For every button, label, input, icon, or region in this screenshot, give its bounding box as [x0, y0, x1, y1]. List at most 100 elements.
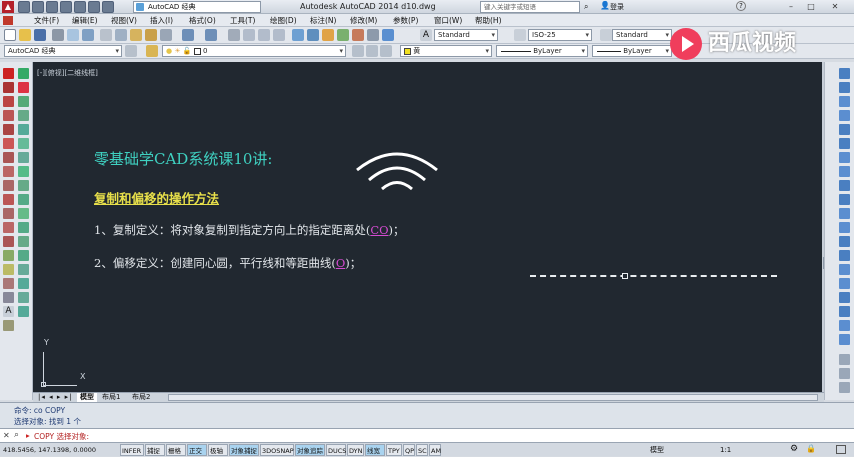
ellipse-arc-icon[interactable]: [3, 194, 14, 205]
wrench-icon[interactable]: ✕: [3, 431, 10, 440]
markup-icon[interactable]: [352, 29, 364, 41]
spline-icon[interactable]: [3, 166, 14, 177]
settings-icon[interactable]: [125, 45, 137, 57]
zoom-in-icon[interactable]: [839, 354, 850, 365]
mtext-icon[interactable]: A: [3, 306, 14, 317]
menu-parametric[interactable]: 参数(P): [393, 14, 418, 27]
open-file-icon[interactable]: [19, 29, 31, 41]
gradient-icon[interactable]: [3, 264, 14, 275]
menu-draw[interactable]: 绘图(D): [270, 14, 297, 27]
status-toggle-3[interactable]: 正交: [187, 444, 207, 456]
zoom-window-icon[interactable]: [258, 29, 270, 41]
tolerance-icon[interactable]: [839, 250, 850, 261]
status-toggle-11[interactable]: TPY: [386, 444, 402, 456]
point-icon[interactable]: [3, 236, 14, 247]
table-icon[interactable]: [3, 292, 14, 303]
dim-linear-icon[interactable]: [839, 68, 850, 79]
menu-edit[interactable]: 编辑(E): [72, 14, 98, 27]
maximize-button[interactable]: □: [802, 1, 820, 12]
coordinates[interactable]: 418.5456, 147.1398, 0.0000: [3, 444, 96, 456]
properties-icon[interactable]: [292, 29, 304, 41]
array-icon[interactable]: [18, 138, 29, 149]
tab-layout2[interactable]: 布局2: [129, 393, 153, 402]
redo-icon[interactable]: [102, 1, 114, 13]
lock-ui-icon[interactable]: 🔒: [806, 444, 816, 453]
addselected-icon[interactable]: [3, 320, 14, 331]
break-icon[interactable]: [18, 236, 29, 247]
move-icon[interactable]: [18, 152, 29, 163]
viewport-label[interactable]: [-][俯视][二维线框]: [37, 68, 98, 78]
linetype-select[interactable]: ByLayer: [496, 45, 588, 57]
dim-aligned-icon[interactable]: [839, 82, 850, 93]
clean-screen-icon[interactable]: [836, 445, 846, 454]
polygon-icon[interactable]: [3, 96, 14, 107]
circle-icon[interactable]: [3, 138, 14, 149]
stretch-icon[interactable]: [18, 194, 29, 205]
minimize-button[interactable]: –: [782, 1, 800, 12]
dim-ordinate-icon[interactable]: [839, 110, 850, 121]
space-icon[interactable]: [839, 222, 850, 233]
layer-previous-icon[interactable]: [366, 45, 378, 57]
offset-icon[interactable]: [18, 124, 29, 135]
extend-icon[interactable]: [18, 222, 29, 233]
dimbreak-icon[interactable]: [839, 236, 850, 247]
search-icon[interactable]: ⌕: [584, 2, 588, 12]
undo-icon[interactable]: [88, 1, 100, 13]
lineweight-select[interactable]: ByLayer: [592, 45, 672, 57]
menu-insert[interactable]: 插入(I): [150, 14, 173, 27]
continue-icon[interactable]: [839, 208, 850, 219]
explode-icon[interactable]: [18, 306, 29, 317]
join-icon[interactable]: [18, 250, 29, 261]
user-icon[interactable]: 👤: [600, 1, 610, 10]
matchprop-icon[interactable]: [145, 29, 157, 41]
command-input[interactable]: ✕ ⌕ ▸ COPY 选择对象:: [0, 428, 854, 442]
block-icon[interactable]: [160, 29, 172, 41]
drawing-canvas[interactable]: [-][俯视][二维线框] 零基础学CAD系统课10讲: 复制和偏移的操作方法 …: [33, 62, 824, 392]
login-link[interactable]: 登录: [610, 1, 624, 13]
search-input[interactable]: 键入关键字或短语: [480, 1, 580, 13]
dim-jogged-icon[interactable]: [839, 138, 850, 149]
status-toggle-4[interactable]: 极轴: [208, 444, 228, 456]
baseline-icon[interactable]: [839, 194, 850, 205]
copy-object-icon[interactable]: [18, 96, 29, 107]
menu-view[interactable]: 视图(V): [111, 14, 137, 27]
polyline-icon[interactable]: [3, 82, 14, 93]
dim-diameter-icon[interactable]: [839, 152, 850, 163]
jogged-linear-icon[interactable]: [839, 292, 850, 303]
mirror-icon[interactable]: [18, 110, 29, 121]
arc-icon[interactable]: [3, 124, 14, 135]
chamfer-icon[interactable]: [18, 264, 29, 275]
dim-style-icon[interactable]: [514, 29, 526, 41]
cut-icon[interactable]: [100, 29, 112, 41]
hatch-icon[interactable]: [3, 250, 14, 261]
new-icon[interactable]: [18, 1, 30, 13]
sheetset-icon[interactable]: [337, 29, 349, 41]
print-icon[interactable]: [74, 1, 86, 13]
menu-modify[interactable]: 修改(M): [350, 14, 377, 27]
color-select[interactable]: 黄: [400, 45, 492, 57]
close-button[interactable]: ✕: [826, 1, 844, 12]
calculator-icon[interactable]: [367, 29, 379, 41]
status-toggle-13[interactable]: SC: [416, 444, 428, 456]
undo-tb-icon[interactable]: [182, 29, 194, 41]
saveas-icon[interactable]: [60, 1, 72, 13]
publish-icon[interactable]: [82, 29, 94, 41]
status-toggle-12[interactable]: QP: [403, 444, 415, 456]
pan-icon[interactable]: [228, 29, 240, 41]
dimtedit-icon[interactable]: [839, 320, 850, 331]
inspect-icon[interactable]: [839, 278, 850, 289]
open-icon[interactable]: [32, 1, 44, 13]
menu-dimension[interactable]: 标注(N): [310, 14, 336, 27]
menu-file[interactable]: 文件(F): [34, 14, 59, 27]
horizontal-scrollbar[interactable]: [168, 394, 818, 401]
status-toggle-5[interactable]: 对象捕捉: [229, 444, 259, 456]
qnew-icon[interactable]: [4, 29, 16, 41]
doc-icon[interactable]: [3, 16, 13, 25]
redo-tb-icon[interactable]: [205, 29, 217, 41]
fillet-icon[interactable]: [18, 278, 29, 289]
status-toggle-14[interactable]: AM: [429, 444, 441, 456]
status-toggle-9[interactable]: DYN: [347, 444, 364, 456]
region-icon[interactable]: [3, 278, 14, 289]
make-block-icon[interactable]: [3, 222, 14, 233]
line-icon[interactable]: [3, 68, 14, 79]
